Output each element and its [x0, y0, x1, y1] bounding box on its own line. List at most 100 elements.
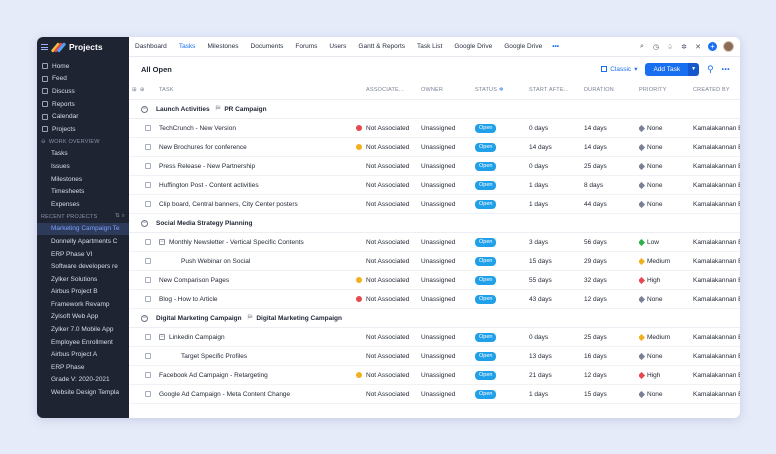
- sidebar-item-projects[interactable]: Projects: [37, 123, 129, 136]
- expand-all-icon[interactable]: ⊕: [140, 87, 145, 93]
- table-row[interactable]: New Comparison Pages Not Associated Unassi…: [129, 271, 740, 290]
- owner-cell[interactable]: Unassigned: [421, 201, 475, 208]
- work-item-timesheets[interactable]: Timesheets: [37, 185, 129, 198]
- recent-project-item[interactable]: Framework Revamp: [37, 298, 129, 311]
- task-cell[interactable]: New Comparison Pages: [159, 277, 366, 284]
- quick-add-icon[interactable]: +: [708, 42, 717, 51]
- table-row[interactable]: Google Ad Campaign - Meta Content Change…: [129, 385, 740, 404]
- owner-cell[interactable]: Unassigned: [421, 277, 475, 284]
- priority-cell[interactable]: High: [639, 371, 693, 379]
- search-icon[interactable]: ⌕: [638, 43, 646, 51]
- tab-milestones[interactable]: Milestones: [201, 37, 244, 57]
- task-cell[interactable]: Target Specific Profiles: [159, 353, 366, 360]
- column-start-after[interactable]: START AFTE...: [529, 87, 584, 93]
- tab-users[interactable]: Users: [323, 37, 352, 57]
- add-task-dropdown-icon[interactable]: ▼: [688, 62, 700, 76]
- row-checkbox[interactable]: [145, 144, 151, 150]
- work-overview-header[interactable]: ⊖ WORK OVERVIEW: [37, 136, 129, 148]
- work-item-milestones[interactable]: Milestones: [37, 173, 129, 186]
- status-badge[interactable]: Open: [475, 275, 497, 285]
- collapse-icon[interactable]: −: [141, 314, 148, 322]
- recent-project-item[interactable]: ERP Phase VI: [37, 248, 129, 261]
- row-checkbox[interactable]: [145, 163, 151, 169]
- table-row[interactable]: Clip board, Central banners, City Center…: [129, 195, 740, 214]
- column-associated[interactable]: ASSOCIATE...: [366, 87, 421, 93]
- row-checkbox[interactable]: [145, 182, 151, 188]
- column-settings-icon[interactable]: ⊞: [132, 87, 137, 93]
- task-cell[interactable]: Push Webinar on Social: [159, 258, 366, 265]
- timer-icon[interactable]: ◷: [652, 43, 660, 51]
- status-cell[interactable]: Open: [475, 180, 529, 190]
- status-cell[interactable]: Open: [475, 199, 529, 209]
- task-cell[interactable]: Google Ad Campaign - Meta Content Change: [159, 391, 366, 398]
- recent-project-item[interactable]: ERP Phase: [37, 361, 129, 374]
- status-cell[interactable]: Open: [475, 351, 529, 361]
- table-row[interactable]: − Linkedin Campaign Not Associated Unassign…: [129, 328, 740, 347]
- table-row[interactable]: Press Release - New Partnership Not Assoc…: [129, 157, 740, 176]
- priority-cell[interactable]: None: [639, 352, 693, 360]
- status-cell[interactable]: Open: [475, 389, 529, 399]
- tab-dashboard[interactable]: Dashboard: [129, 37, 173, 57]
- priority-cell[interactable]: None: [639, 295, 693, 303]
- recent-project-item[interactable]: Airbus Project A: [37, 348, 129, 361]
- work-item-expenses[interactable]: Expenses: [37, 198, 129, 211]
- priority-cell[interactable]: None: [639, 143, 693, 151]
- row-checkbox[interactable]: [145, 277, 151, 283]
- status-cell[interactable]: Open: [475, 237, 529, 247]
- table-row[interactable]: Target Specific Profiles Not Associated Un…: [129, 347, 740, 366]
- settings-icon[interactable]: ✲: [680, 43, 688, 51]
- status-badge[interactable]: Open: [475, 389, 497, 399]
- tab-gantt-reports[interactable]: Gantt & Reports: [352, 37, 411, 57]
- priority-cell[interactable]: High: [639, 276, 693, 284]
- add-task-button[interactable]: Add Task ▼: [645, 62, 700, 76]
- sidebar-item-home[interactable]: Home: [37, 60, 129, 73]
- recent-project-item[interactable]: Software developers re: [37, 260, 129, 273]
- priority-cell[interactable]: Medium: [639, 333, 693, 341]
- status-cell[interactable]: Open: [475, 142, 529, 152]
- avatar[interactable]: [723, 41, 734, 52]
- owner-cell[interactable]: Unassigned: [421, 334, 475, 341]
- row-checkbox[interactable]: [145, 239, 151, 245]
- status-badge[interactable]: Open: [475, 161, 497, 171]
- status-badge[interactable]: Open: [475, 370, 497, 380]
- task-cell[interactable]: Facebook Ad Campaign - Retargeting: [159, 372, 366, 379]
- group-header[interactable]: − Digital Marketing Campaign ⛿ Digital Mark…: [129, 309, 740, 328]
- status-badge[interactable]: Open: [475, 123, 497, 133]
- status-cell[interactable]: Open: [475, 370, 529, 380]
- recent-project-item[interactable]: Zylker 7.0 Mobile App: [37, 323, 129, 336]
- status-badge[interactable]: Open: [475, 142, 497, 152]
- priority-cell[interactable]: None: [639, 124, 693, 132]
- tab-tasks[interactable]: Tasks: [173, 37, 202, 57]
- owner-cell[interactable]: Unassigned: [421, 163, 475, 170]
- table-row[interactable]: − Monthly Newsletter - Vertical Specific …: [129, 233, 740, 252]
- status-cell[interactable]: Open: [475, 294, 529, 304]
- priority-cell[interactable]: None: [639, 181, 693, 189]
- status-cell[interactable]: Open: [475, 332, 529, 342]
- status-badge[interactable]: Open: [475, 351, 497, 361]
- task-cell[interactable]: Press Release - New Partnership: [159, 163, 366, 170]
- column-created-by[interactable]: CREATED BY: [693, 87, 740, 93]
- status-badge[interactable]: Open: [475, 199, 497, 209]
- priority-cell[interactable]: None: [639, 200, 693, 208]
- priority-cell[interactable]: None: [639, 390, 693, 398]
- table-row[interactable]: Facebook Ad Campaign - Retargeting Not As…: [129, 366, 740, 385]
- pin-icon[interactable]: ⇅: [115, 213, 120, 219]
- status-badge[interactable]: Open: [475, 256, 497, 266]
- sidebar-item-feed[interactable]: Feed: [37, 73, 129, 86]
- recent-project-item[interactable]: Marketing Campaign Te: [37, 222, 129, 236]
- owner-cell[interactable]: Unassigned: [421, 296, 475, 303]
- row-checkbox[interactable]: [145, 125, 151, 131]
- sidebar-item-reports[interactable]: Reports: [37, 98, 129, 111]
- more-tabs-button[interactable]: •••: [548, 43, 563, 50]
- recent-project-item[interactable]: Grade V: 2020-2021: [37, 374, 129, 387]
- status-cell[interactable]: Open: [475, 275, 529, 285]
- column-duration[interactable]: DURATION: [584, 87, 639, 93]
- tab-google-drive[interactable]: Google Drive: [498, 37, 548, 57]
- task-cell[interactable]: Clip board, Central banners, City Center…: [159, 201, 366, 208]
- sidebar-item-calendar[interactable]: Calendar: [37, 110, 129, 123]
- status-badge[interactable]: Open: [475, 237, 497, 247]
- status-badge[interactable]: Open: [475, 294, 497, 304]
- status-badge[interactable]: Open: [475, 180, 497, 190]
- view-switcher[interactable]: Classic ▾: [601, 65, 637, 73]
- tab-google-drive[interactable]: Google Drive: [448, 37, 498, 57]
